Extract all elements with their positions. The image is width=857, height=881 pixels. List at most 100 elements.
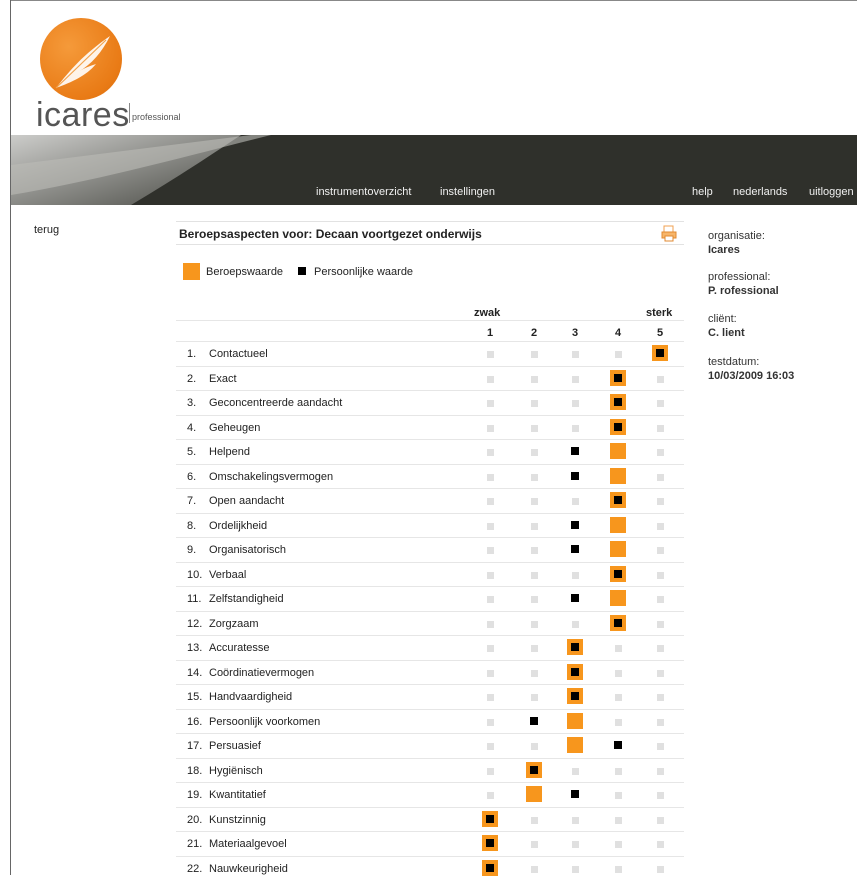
empty-marker <box>487 498 494 505</box>
brand-divider <box>129 103 130 123</box>
score-cell-2 <box>524 612 544 636</box>
empty-marker <box>657 841 664 848</box>
score-cell-1 <box>480 734 500 758</box>
info-professional: professional: P. rofessional <box>708 271 779 297</box>
score-cell-2 <box>524 857 544 881</box>
score-cell-2 <box>524 514 544 538</box>
legend-swatch-persoonlijke <box>298 267 306 275</box>
score-cell-5 <box>650 514 670 538</box>
beroepswaarde-marker <box>610 467 626 484</box>
empty-marker <box>615 816 622 824</box>
score-cell-3 <box>565 759 585 783</box>
score-cell-2 <box>524 587 544 611</box>
score-cell-3 <box>565 465 585 489</box>
empty-marker <box>657 522 664 530</box>
score-cell-5 <box>650 465 670 489</box>
row-label: Hygiënisch <box>209 764 263 777</box>
persoonlijke-waarde-marker <box>486 863 494 872</box>
empty-marker <box>487 547 494 554</box>
empty-marker <box>487 767 494 775</box>
back-link[interactable]: terug <box>34 224 59 236</box>
brand-sub: professional <box>132 112 181 122</box>
row-number: 12. <box>187 617 203 630</box>
info-value: P. rofessional <box>708 285 779 297</box>
legend-swatch-beroepswaarde <box>183 263 200 280</box>
score-cell-2 <box>524 734 544 758</box>
empty-marker <box>615 865 622 873</box>
nav-uitloggen[interactable]: uitloggen <box>809 186 854 198</box>
row-number: 15. <box>187 691 203 703</box>
empty-marker <box>531 424 538 432</box>
row-number: 16. <box>187 715 203 728</box>
score-cell-5 <box>650 342 670 366</box>
row-label: Geconcentreerde aandacht <box>209 397 343 409</box>
row-number: 19. <box>187 789 203 801</box>
empty-marker <box>487 596 494 603</box>
score-cell-3 <box>565 489 585 513</box>
empty-marker <box>487 424 494 432</box>
row-number: 9. <box>187 544 197 556</box>
column-header-2: 2 <box>530 327 538 339</box>
print-icon[interactable] <box>660 224 678 242</box>
score-cell-4 <box>608 808 628 832</box>
score-cell-5 <box>650 587 670 611</box>
empty-marker <box>487 375 494 383</box>
score-cell-4 <box>608 489 628 513</box>
empty-marker <box>572 400 579 407</box>
column-header-1: 1 <box>486 327 494 339</box>
frame-top-border <box>10 0 857 1</box>
score-cell-1 <box>480 465 500 489</box>
nav-help[interactable]: help <box>692 186 713 198</box>
score-cell-5 <box>650 636 670 660</box>
row-number: 18. <box>187 764 203 777</box>
row-number: 2. <box>187 372 197 385</box>
empty-marker <box>657 694 664 701</box>
score-cell-1 <box>480 612 500 636</box>
table-row: 20. Kunstzinnig <box>176 806 684 832</box>
score-cell-1 <box>480 514 500 538</box>
score-cell-5 <box>650 685 670 709</box>
info-testdatum: testdatum: 10/03/2009 16:03 <box>708 356 794 382</box>
score-cell-2 <box>524 808 544 832</box>
score-cell-1 <box>480 391 500 415</box>
row-label: Exact <box>209 372 237 385</box>
row-label: Omschakelingsvermogen <box>209 470 334 483</box>
score-cell-1 <box>480 783 500 807</box>
info-key: cliënt: <box>708 313 737 325</box>
persoonlijke-waarde-marker <box>571 790 579 798</box>
table-row: 4. Geheugen <box>176 414 684 440</box>
empty-marker <box>657 767 664 775</box>
empty-marker <box>657 547 664 554</box>
nav-instrumentoverzicht[interactable]: instrumentoverzicht <box>316 186 411 198</box>
score-cell-1 <box>480 440 500 464</box>
persoonlijke-waarde-marker <box>571 447 579 455</box>
score-cell-4 <box>608 636 628 660</box>
score-cell-4 <box>608 538 628 562</box>
top-nav: instrumentoverzicht instellingen help ne… <box>11 135 857 205</box>
beroepswaarde-marker <box>610 516 626 533</box>
beroepswaarde-marker <box>567 712 583 729</box>
empty-marker <box>531 669 538 677</box>
page-title-bar: Beroepsaspecten voor: Decaan voortgezet … <box>176 221 684 245</box>
persoonlijke-waarde-marker <box>571 667 579 676</box>
nav-instellingen[interactable]: instellingen <box>440 186 495 198</box>
row-number: 10. <box>187 568 203 581</box>
score-cell-5 <box>650 710 670 734</box>
row-label: Handvaardigheid <box>209 691 293 703</box>
info-client: cliënt: C. lient <box>708 313 745 339</box>
score-cell-2 <box>524 342 544 366</box>
info-value: Icares <box>708 244 740 256</box>
persoonlijke-waarde-marker <box>486 814 494 823</box>
empty-marker <box>657 375 664 383</box>
scale-high-label: sterk <box>646 307 673 319</box>
empty-marker <box>531 865 538 873</box>
nav-nederlands[interactable]: nederlands <box>733 186 787 198</box>
score-cell-2 <box>524 759 544 783</box>
page-title: Beroepsaspecten voor: Decaan voortgezet … <box>179 227 482 241</box>
table-row: 22. Nauwkeurigheid <box>176 855 684 881</box>
empty-marker <box>615 792 622 799</box>
row-number: 13. <box>187 642 203 654</box>
row-label: Geheugen <box>209 421 261 434</box>
empty-marker <box>531 645 538 652</box>
aspect-table: 1. Contactueel 2. Exact 3. Geconcentreerde aa… <box>176 341 684 880</box>
